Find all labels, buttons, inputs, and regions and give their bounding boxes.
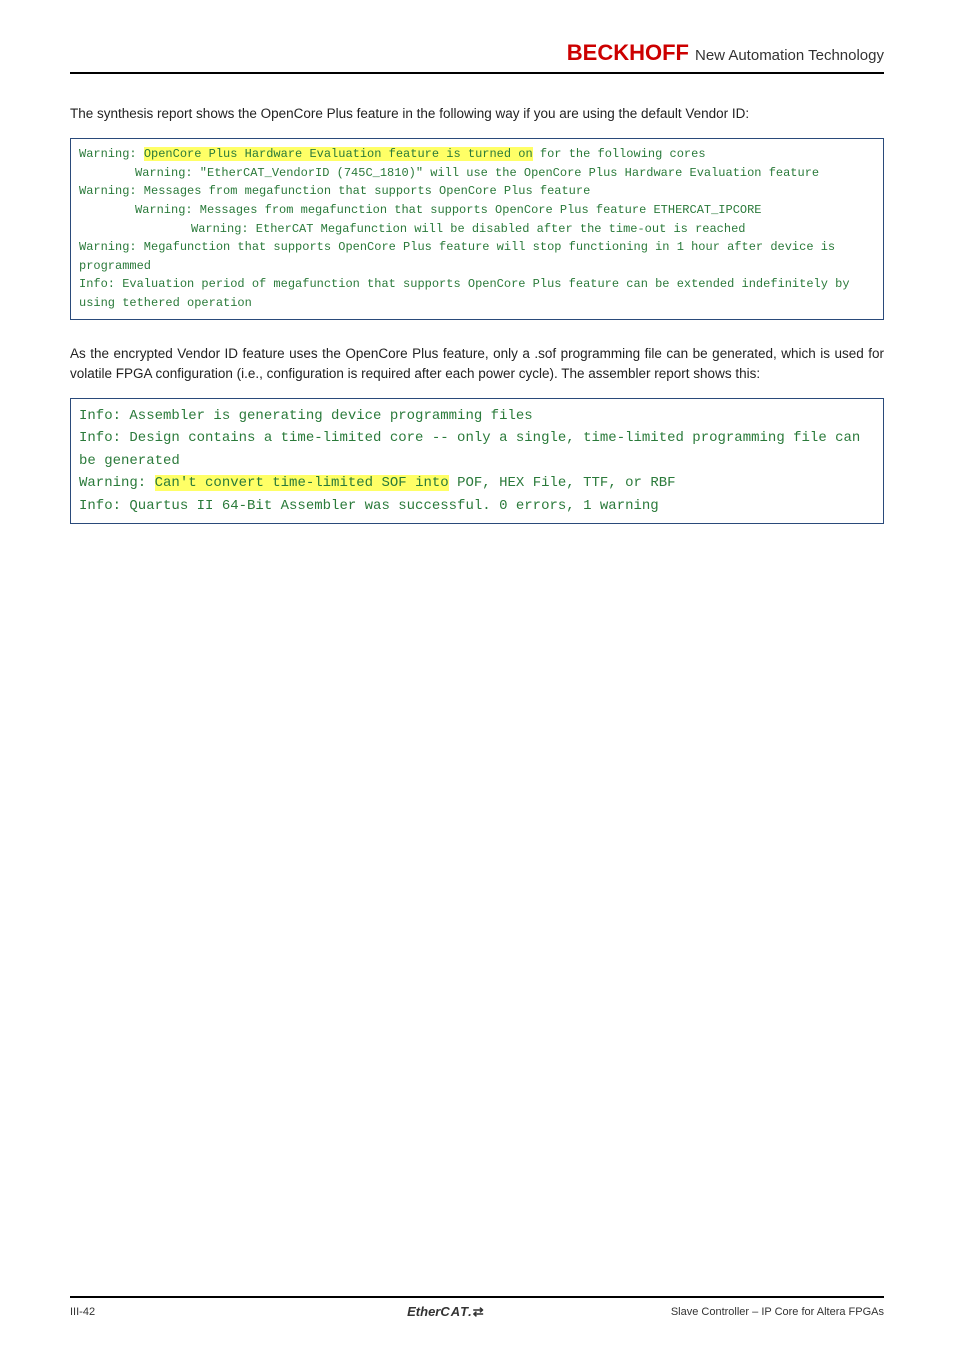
intro-paragraph-1: The synthesis report shows the OpenCore … xyxy=(70,104,884,124)
page-footer: III-42 EtherCAT.⇄ Slave Controller – IP … xyxy=(70,1296,884,1320)
code-line: Info: Assembler is generating device pro… xyxy=(79,408,533,424)
code-text: POF, HEX File, TTF, or RBF xyxy=(449,475,676,491)
footer-logo: EtherCAT.⇄ xyxy=(407,1304,484,1320)
synthesis-report-box: Warning: OpenCore Plus Hardware Evaluati… xyxy=(70,138,884,319)
code-text: Warning: xyxy=(79,475,155,491)
footer-page-number: III-42 xyxy=(70,1306,220,1318)
footer-logo-text-a: Ether xyxy=(407,1304,440,1319)
code-line: Info: Quartus II 64-Bit Assembler was su… xyxy=(79,498,659,514)
intro-paragraph-2: As the encrypted Vendor ID feature uses … xyxy=(70,344,884,385)
code-line: Warning: Can't convert time-limited SOF … xyxy=(79,475,676,491)
code-line: Warning: Messages from megafunction that… xyxy=(79,184,590,198)
highlighted-text: Can't convert time-limited SOF into xyxy=(155,475,449,491)
page: BECKHOFF New Automation Technology The sy… xyxy=(0,0,954,1350)
code-line: Info: Design contains a time-limited cor… xyxy=(79,430,869,468)
footer-logo-arrow-icon: ⇄ xyxy=(473,1304,484,1319)
brand-tagline: New Automation Technology xyxy=(695,47,884,64)
brand-name: BECKHOFF xyxy=(567,40,689,65)
page-header: BECKHOFF New Automation Technology xyxy=(70,40,884,74)
highlighted-text: OpenCore Plus Hardware Evaluation featur… xyxy=(144,147,533,161)
assembler-report-box: Info: Assembler is generating device pro… xyxy=(70,398,884,524)
footer-row: III-42 EtherCAT.⇄ Slave Controller – IP … xyxy=(70,1304,884,1320)
code-line: Warning: EtherCAT Megafunction will be d… xyxy=(79,220,875,239)
code-line: Warning: OpenCore Plus Hardware Evaluati… xyxy=(79,147,706,161)
code-text: for the following cores xyxy=(533,147,706,161)
footer-logo-text-b: CAT. xyxy=(440,1304,472,1319)
code-line: Info: Evaluation period of megafunction … xyxy=(79,277,857,310)
code-line: Warning: "EtherCAT_VendorID (745C_1810)"… xyxy=(79,164,875,183)
code-text: Warning: xyxy=(79,147,144,161)
footer-doc-title: Slave Controller – IP Core for Altera FP… xyxy=(671,1306,884,1318)
code-line: Warning: Messages from megafunction that… xyxy=(79,201,875,220)
code-line: Warning: Megafunction that supports Open… xyxy=(79,240,842,273)
